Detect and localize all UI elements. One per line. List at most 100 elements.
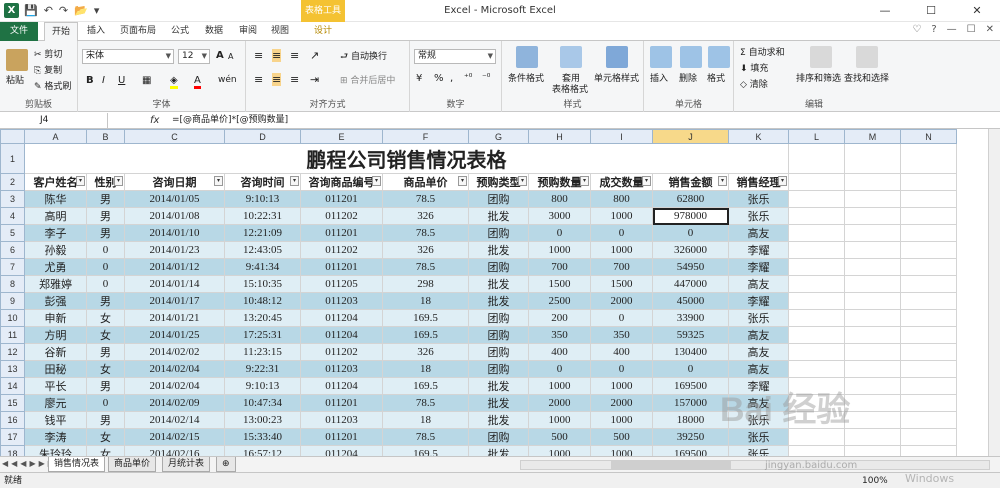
table-cell[interactable]: 2014/02/14	[124, 411, 225, 429]
empty-cell[interactable]	[844, 377, 901, 395]
grow-font-button[interactable]: A	[216, 50, 224, 61]
table-cell[interactable]: 团购	[468, 343, 529, 361]
table-cell[interactable]: 700	[528, 258, 591, 276]
autosum-button[interactable]: Σ 自动求和	[740, 45, 785, 58]
empty-cell[interactable]	[844, 173, 901, 191]
table-cell[interactable]: 169500	[652, 445, 729, 456]
align-center-icon[interactable]: ≡	[272, 73, 282, 86]
table-cell[interactable]: 2014/01/25	[124, 326, 225, 344]
column-header[interactable]: A	[24, 129, 87, 144]
table-cell[interactable]: 200	[528, 309, 591, 327]
currency-icon[interactable]: ¥	[416, 73, 422, 84]
number-format-select[interactable]: 常规 ▼	[414, 49, 496, 64]
table-cell[interactable]: 78.5	[382, 428, 469, 446]
table-cell[interactable]: 2014/02/09	[124, 394, 225, 412]
align-top-icon[interactable]: ≡	[254, 49, 263, 62]
row-header[interactable]: 3	[0, 190, 25, 208]
table-cell[interactable]: 1000	[590, 207, 653, 225]
column-header[interactable]: C	[124, 129, 225, 144]
table-cell[interactable]: 350	[590, 326, 653, 344]
row-header[interactable]: 5	[0, 224, 25, 242]
orientation-icon[interactable]: ↗	[310, 49, 319, 62]
empty-cell[interactable]	[788, 377, 845, 395]
empty-cell[interactable]	[788, 343, 845, 361]
table-cell[interactable]: 廖元	[24, 394, 87, 412]
table-cell[interactable]: 团购	[468, 360, 529, 378]
table-cell[interactable]: 高友	[728, 224, 789, 242]
column-header[interactable]: H	[528, 129, 591, 144]
table-cell[interactable]: 18	[382, 411, 469, 429]
conditional-format-button[interactable]: 条件格式	[508, 71, 544, 84]
table-cell[interactable]: 326	[382, 343, 469, 361]
table-cell[interactable]: 62800	[652, 190, 729, 208]
table-cell[interactable]: 男	[86, 207, 125, 225]
empty-cell[interactable]	[844, 343, 901, 361]
empty-cell[interactable]	[788, 258, 845, 276]
table-cell[interactable]: 0	[590, 224, 653, 242]
table-cell[interactable]: 10:22:31	[224, 207, 301, 225]
table-cell[interactable]: 800	[528, 190, 591, 208]
tab-review[interactable]: 审阅	[234, 22, 262, 41]
table-cell[interactable]: 申新	[24, 309, 87, 327]
find-select-icon[interactable]	[856, 46, 878, 68]
table-cell[interactable]: 011201	[300, 224, 383, 242]
table-cell[interactable]: 高友	[728, 343, 789, 361]
table-cell[interactable]: 011204	[300, 445, 383, 456]
table-cell[interactable]: 33900	[652, 309, 729, 327]
table-cell[interactable]: 15:10:35	[224, 275, 301, 293]
shrink-font-button[interactable]: A	[228, 52, 233, 61]
table-cell[interactable]: 高友	[728, 326, 789, 344]
table-cell[interactable]: 郑雅婷	[24, 275, 87, 293]
table-cell[interactable]: 2014/01/21	[124, 309, 225, 327]
insert-cells-icon[interactable]	[650, 46, 672, 68]
column-header[interactable]: D	[224, 129, 301, 144]
ribbon-restore-icon[interactable]: ☐	[967, 24, 976, 35]
table-cell[interactable]: 326	[382, 207, 469, 225]
table-cell[interactable]: 女	[86, 360, 125, 378]
table-cell[interactable]: 李耀	[728, 241, 789, 259]
filter-dropdown-icon[interactable]: ▾	[778, 176, 787, 186]
worksheet-table[interactable]: A B C D E F G H I J K L M N 1 鹏程公司销售情况表格 2 客户姓名 ▾ 性别 ▾ 咨询日期 ▾ 咨…	[0, 129, 957, 456]
table-format-icon[interactable]	[560, 46, 582, 68]
table-cell[interactable]: 78.5	[382, 224, 469, 242]
table-cell[interactable]: 10:47:34	[224, 394, 301, 412]
empty-cell[interactable]	[844, 207, 901, 225]
table-cell[interactable]: 011203	[300, 411, 383, 429]
new-sheet-icon[interactable]: ⊕	[216, 457, 236, 472]
table-cell[interactable]: 钱平	[24, 411, 87, 429]
table-header-cell[interactable]: 预购类型 ▾	[468, 173, 529, 191]
table-cell[interactable]: 2014/02/04	[124, 377, 225, 395]
table-cell[interactable]: 1500	[590, 275, 653, 293]
empty-cell[interactable]	[900, 377, 957, 395]
find-select-button[interactable]: 查找和选择	[844, 71, 889, 84]
empty-cell[interactable]	[844, 360, 901, 378]
table-cell[interactable]: 400	[528, 343, 591, 361]
empty-cell[interactable]	[788, 428, 845, 446]
table-cell[interactable]: 男	[86, 224, 125, 242]
tab-design[interactable]: 设计	[305, 22, 341, 41]
font-color-icon[interactable]: A	[194, 75, 201, 89]
row-header[interactable]: 11	[0, 326, 25, 344]
table-cell[interactable]: 326	[382, 241, 469, 259]
table-cell[interactable]: 500	[528, 428, 591, 446]
empty-cell[interactable]	[788, 224, 845, 242]
tab-page-layout[interactable]: 页面布局	[116, 22, 160, 41]
table-cell[interactable]: 高友	[728, 275, 789, 293]
bold-button[interactable]: B	[86, 75, 94, 86]
table-cell[interactable]: 李耀	[728, 292, 789, 310]
row-header[interactable]: 4	[0, 207, 25, 225]
increase-decimal-icon[interactable]: ⁺⁰	[464, 73, 472, 83]
table-header-cell[interactable]: 销售经理 ▾	[728, 173, 789, 191]
empty-cell[interactable]	[844, 241, 901, 259]
table-cell[interactable]: 平长	[24, 377, 87, 395]
table-cell[interactable]: 张乐	[728, 445, 789, 456]
table-cell[interactable]: 2014/01/23	[124, 241, 225, 259]
table-cell[interactable]: 0	[86, 241, 125, 259]
maximize-button[interactable]: ☐	[908, 0, 954, 22]
table-cell[interactable]: 1000	[528, 241, 591, 259]
row-header[interactable]: 7	[0, 258, 25, 276]
table-cell[interactable]: 高友	[728, 394, 789, 412]
table-cell[interactable]: 男	[86, 411, 125, 429]
align-right-icon[interactable]: ≡	[290, 73, 299, 86]
filter-dropdown-icon[interactable]: ▾	[718, 176, 727, 186]
